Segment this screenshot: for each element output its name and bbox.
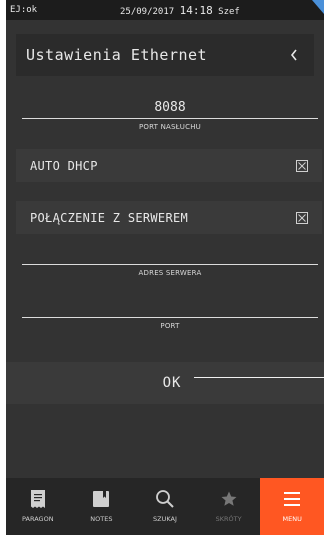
tab-szukaj-label: SZUKAJ bbox=[153, 515, 177, 523]
server-connection-label: POŁĄCZENIE Z SERWEREM bbox=[30, 210, 189, 225]
receipt-icon bbox=[30, 490, 45, 508]
status-ej: EJ:ok bbox=[10, 5, 38, 15]
status-datetime: 25/09/2017 14:18 Szef bbox=[120, 4, 320, 17]
status-date: 25/09/2017 bbox=[120, 6, 175, 17]
bottom-tab-bar: PARAGON NOTES SZUKAJ SKRÓTY MENU bbox=[6, 478, 324, 535]
server-connection-row[interactable]: POŁĄCZENIE Z SERWEREM bbox=[16, 201, 322, 234]
tab-szukaj[interactable]: SZUKAJ bbox=[133, 478, 197, 535]
menu-icon bbox=[284, 492, 301, 506]
port-caption: PORT bbox=[160, 322, 180, 330]
port-field[interactable]: PORT bbox=[22, 298, 318, 330]
port-underline bbox=[22, 317, 318, 318]
tab-paragon-label: PARAGON bbox=[22, 515, 54, 523]
tab-paragon[interactable]: PARAGON bbox=[6, 478, 70, 535]
port-listen-underline bbox=[22, 118, 318, 119]
tab-menu-label: MENU bbox=[282, 515, 302, 523]
server-address-underline bbox=[22, 264, 318, 265]
auto-dhcp-checkbox-icon[interactable] bbox=[296, 159, 308, 172]
status-time: 14:18 bbox=[179, 3, 213, 17]
back-button[interactable] bbox=[274, 35, 314, 75]
ok-pointer-line bbox=[194, 377, 324, 378]
search-icon bbox=[156, 490, 174, 508]
device-screen: EJ:ok 25/09/2017 14:18 Szef Ustawienia E… bbox=[6, 0, 324, 535]
status-bar: EJ:ok 25/09/2017 14:18 Szef bbox=[6, 0, 324, 20]
ok-button-label: OK bbox=[162, 375, 182, 391]
page-title: Ustawienia Ethernet bbox=[26, 46, 208, 64]
port-listen-caption: PORT NASŁUCHU bbox=[139, 123, 201, 131]
server-address-input[interactable] bbox=[22, 245, 318, 263]
server-address-caption: ADRES SERWERA bbox=[138, 269, 202, 277]
tab-notes[interactable]: NOTES bbox=[70, 478, 134, 535]
port-listen-input[interactable]: 8088 bbox=[22, 99, 318, 117]
chevron-left-icon bbox=[290, 49, 297, 61]
tab-skroty[interactable]: SKRÓTY bbox=[197, 478, 261, 535]
tab-skroty-label: SKRÓTY bbox=[215, 515, 242, 523]
port-input[interactable] bbox=[22, 298, 318, 316]
notebook-icon bbox=[93, 491, 110, 507]
star-icon bbox=[221, 491, 237, 506]
port-listen-field[interactable]: 8088 PORT NASŁUCHU bbox=[22, 99, 318, 131]
auto-dhcp-label: AUTO DHCP bbox=[30, 158, 98, 173]
ok-button[interactable]: OK bbox=[6, 362, 324, 404]
auto-dhcp-row[interactable]: AUTO DHCP bbox=[16, 149, 322, 182]
tab-menu[interactable]: MENU bbox=[260, 478, 324, 535]
tab-notes-label: NOTES bbox=[90, 515, 113, 523]
server-address-field[interactable]: ADRES SERWERA bbox=[22, 245, 318, 277]
server-connection-checkbox-icon[interactable] bbox=[296, 211, 308, 224]
status-user: Szef bbox=[218, 6, 240, 17]
corner-accent-icon bbox=[312, 0, 324, 14]
page-header: Ustawienia Ethernet bbox=[16, 34, 314, 76]
